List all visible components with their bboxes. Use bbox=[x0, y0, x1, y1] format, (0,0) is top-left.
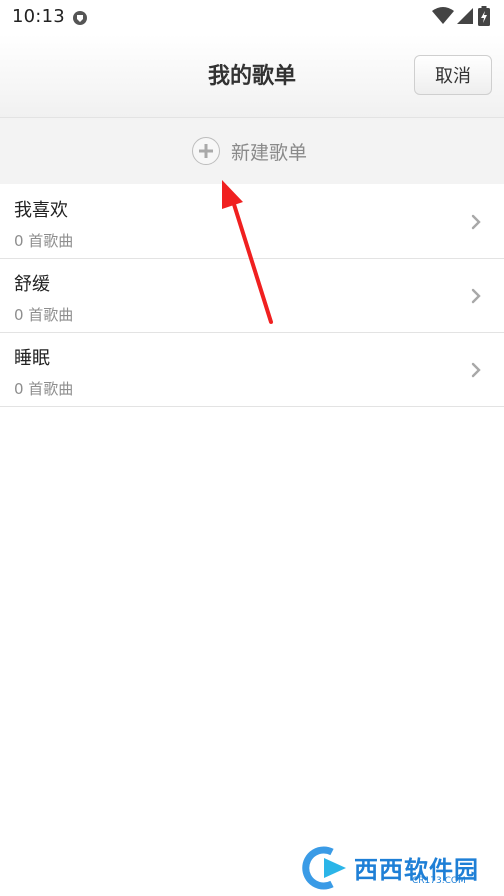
chevron-right-icon bbox=[471, 362, 481, 378]
status-bar: 10:13 bbox=[0, 0, 504, 34]
playlist-item[interactable]: 舒缓 0 首歌曲 bbox=[0, 259, 504, 333]
cancel-button[interactable]: 取消 bbox=[414, 55, 492, 95]
playlist-name: 舒缓 bbox=[14, 274, 50, 295]
wifi-icon bbox=[432, 7, 454, 24]
shield-app-icon bbox=[72, 10, 88, 30]
new-playlist-button[interactable]: 新建歌单 bbox=[0, 118, 504, 184]
status-time: 10:13 bbox=[12, 6, 65, 27]
chevron-right-icon bbox=[471, 288, 481, 304]
plus-icon bbox=[192, 137, 220, 165]
watermark-logo: 西西软件园 CR173.COM bbox=[302, 846, 494, 890]
playlist-song-count: 0 首歌曲 bbox=[14, 380, 74, 398]
playlist-song-count: 0 首歌曲 bbox=[14, 232, 74, 250]
playlist-item[interactable]: 睡眠 0 首歌曲 bbox=[0, 333, 504, 407]
signal-icon bbox=[457, 8, 473, 24]
watermark-emblem-icon bbox=[302, 846, 346, 890]
playlist-list: 我喜欢 0 首歌曲 舒缓 0 首歌曲 睡眠 0 首歌曲 bbox=[0, 185, 504, 407]
playlist-song-count: 0 首歌曲 bbox=[14, 306, 74, 324]
new-playlist-label: 新建歌单 bbox=[231, 141, 308, 164]
watermark-sub: CR173.COM bbox=[412, 876, 466, 886]
playlist-name: 睡眠 bbox=[14, 348, 50, 369]
playlist-item[interactable]: 我喜欢 0 首歌曲 bbox=[0, 185, 504, 259]
battery-icon bbox=[478, 6, 490, 26]
header-bar: 我的歌单 取消 bbox=[0, 34, 504, 118]
playlist-name: 我喜欢 bbox=[14, 200, 68, 221]
chevron-right-icon bbox=[471, 214, 481, 230]
